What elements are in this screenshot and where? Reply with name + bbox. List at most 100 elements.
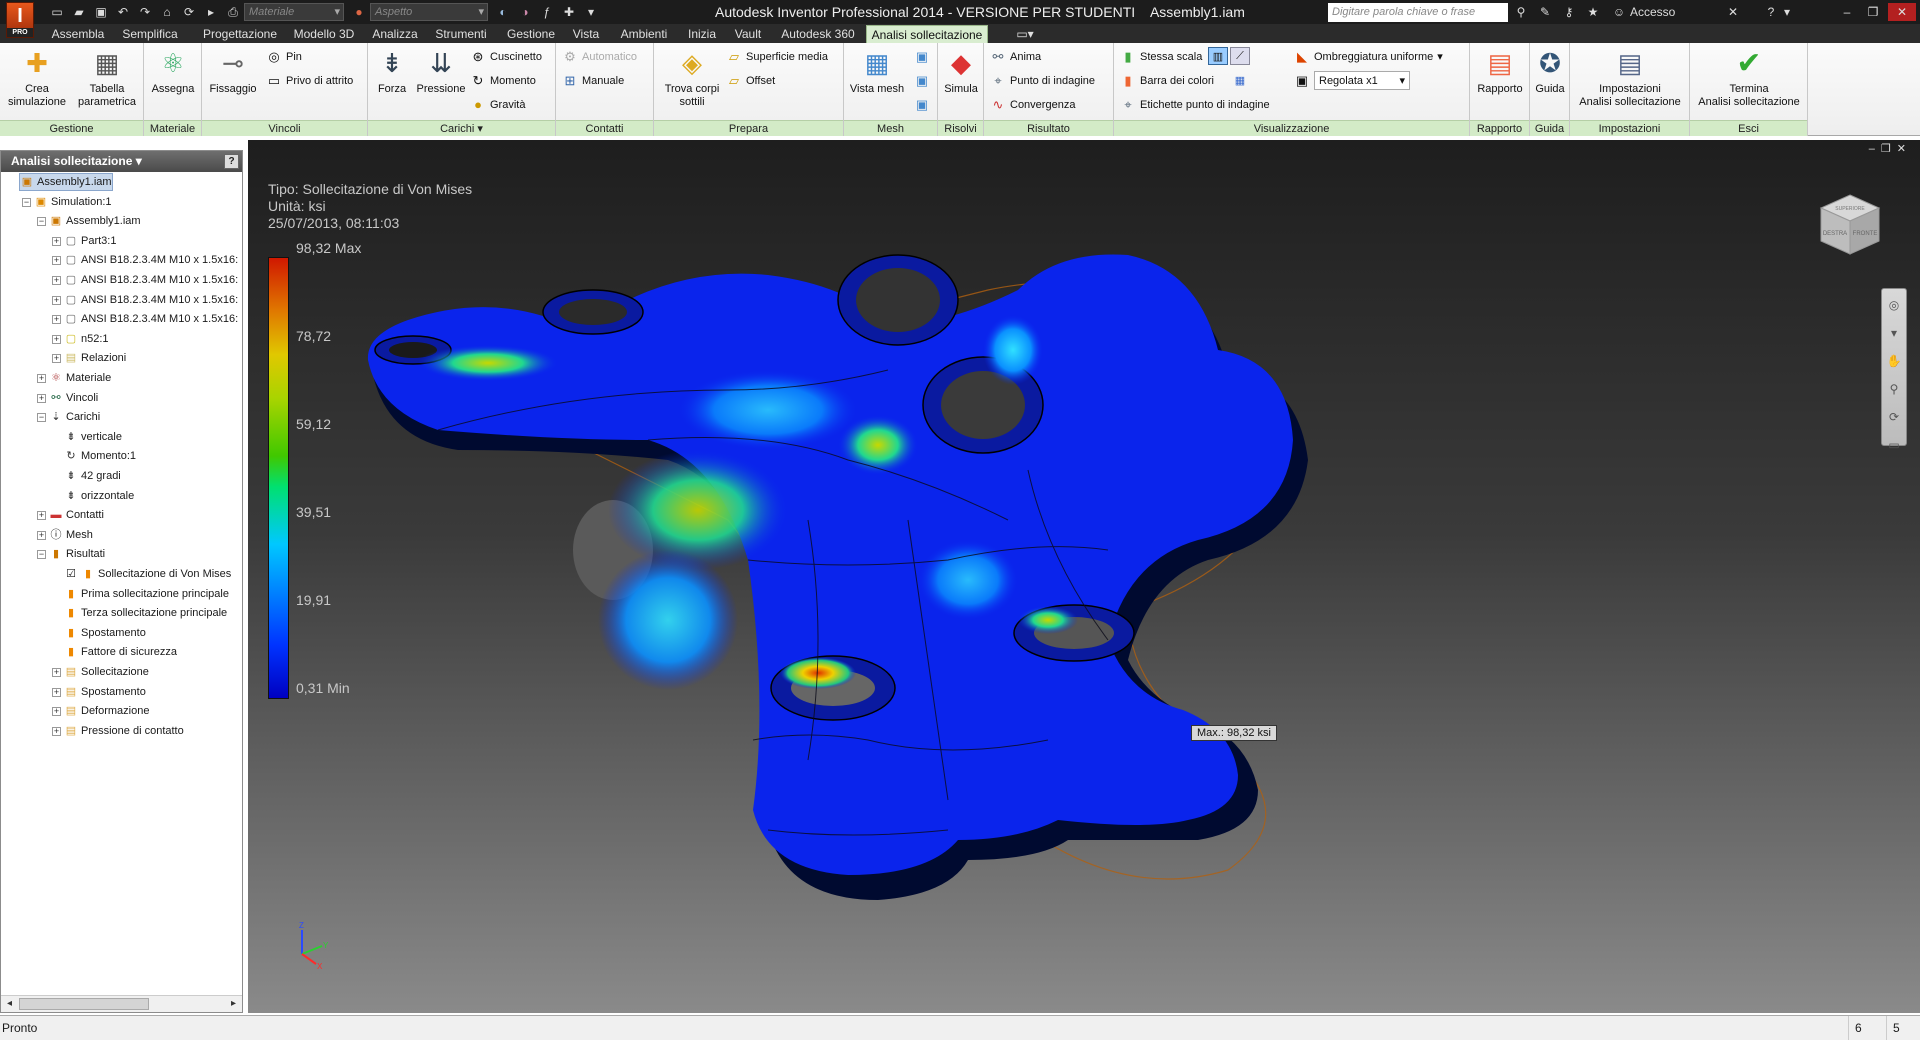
tab-semplifica[interactable]: Semplifica [114, 25, 186, 43]
find-thin-bodies-button[interactable]: ◈ Trova corpi sottili [656, 47, 728, 109]
parametric-table-button[interactable]: ▦ Tabella parametrica [72, 47, 142, 109]
select-icon[interactable]: ▸ [200, 3, 222, 21]
horizontal-scrollbar[interactable]: ◂ ▸ [1, 995, 242, 1012]
tab-vista[interactable]: Vista [566, 25, 606, 43]
tree-node[interactable]: ▮ Risultati [49, 545, 105, 563]
home-icon[interactable]: ⌂ [156, 3, 178, 21]
tab-modello-3d[interactable]: Modello 3D [288, 25, 360, 43]
print-icon[interactable]: ⎙ [222, 3, 244, 21]
tab-strumenti[interactable]: Strumenti [430, 25, 492, 43]
close-button[interactable]: ✕ [1888, 3, 1916, 21]
undo-icon[interactable]: ↶ [112, 3, 134, 21]
local-mesh-button[interactable]: ▣ [914, 71, 934, 90]
automatic-contacts-button[interactable]: ⚙ Automatico [562, 47, 637, 66]
tree-node[interactable]: ⇣ Carichi [49, 408, 100, 426]
result-view-toggle[interactable]: ▥ [1208, 47, 1228, 65]
tree-node[interactable]: ☑ ▮ Sollecitazione di Von Mises [64, 565, 231, 583]
tab-inizia[interactable]: Inizia [682, 25, 722, 43]
function-icon[interactable]: ƒ [536, 3, 558, 21]
midsurface-button[interactable]: ▱ Superficie media [726, 47, 828, 66]
application-menu-button[interactable]: I PRO [6, 2, 34, 38]
steering-wheel-icon[interactable]: ◎ [1882, 293, 1906, 317]
tab-analisi-sollecitazione[interactable]: Analisi sollecitazione [866, 25, 988, 43]
zoom-icon[interactable]: ⚲ [1882, 377, 1906, 401]
bearing-load-button[interactable]: ⊛ Cuscinetto [470, 47, 542, 66]
tree-node[interactable]: ▢ Part3:1 [64, 232, 117, 250]
add-icon[interactable]: ✚ [558, 3, 580, 21]
key-icon[interactable]: ⚷ [1560, 3, 1578, 21]
tree-node[interactable]: ▢ ANSI B18.2.3.4M M10 x 1.5x16: [64, 251, 238, 269]
force-button[interactable]: ⇟ Forza [370, 47, 414, 96]
tree-node[interactable]: ▢ ANSI B18.2.3.4M M10 x 1.5x16: [64, 310, 238, 328]
expand-toggle-icon[interactable]: + [52, 354, 61, 364]
convergence-button[interactable]: ∿ Convergenza [990, 95, 1076, 114]
ribbon-options-icon[interactable]: ▭▾ [1010, 25, 1040, 43]
tree-node[interactable]: ▤ Relazioni [64, 349, 126, 367]
expand-toggle-icon[interactable]: + [52, 707, 61, 717]
tree-node[interactable]: ▢ ANSI B18.2.3.4M M10 x 1.5x16: [64, 271, 238, 289]
tree-node[interactable]: ▬ Contatti [49, 506, 104, 524]
tree-node[interactable]: ▮ Terza sollecitazione principale [64, 604, 227, 622]
expand-toggle-icon[interactable]: − [22, 197, 31, 207]
guide-button[interactable]: ✪ Guida [1530, 47, 1570, 96]
expand-toggle-icon[interactable]: + [37, 530, 46, 540]
expand-toggle-icon[interactable]: + [52, 256, 61, 266]
expand-toggle-icon[interactable]: + [52, 687, 61, 697]
tree-node[interactable]: ▮ Spostamento [64, 624, 146, 642]
probe-button[interactable]: ⌖ Punto di indagine [990, 71, 1095, 90]
binoculars-icon[interactable]: ⚲ [1512, 3, 1530, 21]
tree-node[interactable]: ▮ Prima sollecitazione principale [64, 585, 229, 603]
scroll-left-icon[interactable]: ◂ [1, 996, 18, 1012]
tree-node[interactable]: ▤ Sollecitazione [64, 663, 149, 681]
tree-node[interactable]: ⇟ 42 gradi [64, 467, 120, 485]
shading-dropdown[interactable]: ◣ Ombreggiatura uniforme ▾ [1294, 47, 1443, 66]
favorites-icon[interactable]: ★ [1584, 3, 1602, 21]
expand-toggle-icon[interactable]: + [37, 511, 46, 521]
tab-analizza[interactable]: Analizza [368, 25, 422, 43]
color-bar-button[interactable]: ▮ Barra dei colori [1120, 71, 1214, 90]
simulate-button[interactable]: ◆ Simula [938, 47, 984, 96]
report-button[interactable]: ▤ Rapporto [1472, 47, 1528, 96]
pan-icon[interactable]: ✋ [1882, 349, 1906, 373]
browser-header[interactable]: Analisi sollecitazione ▾ ? [1, 151, 242, 172]
look-at-icon[interactable]: ▭ [1882, 433, 1906, 457]
new-file-icon[interactable]: ▭ [46, 3, 68, 21]
fixed-constraint-button[interactable]: ⊸ Fissaggio [204, 47, 262, 96]
pressure-button[interactable]: ⇊ Pressione [412, 47, 470, 96]
tree-node[interactable]: ▣ Assembly1.iam [19, 173, 113, 191]
tab-gestione[interactable]: Gestione [500, 25, 562, 43]
mesh-settings-button[interactable]: ▣ [914, 47, 934, 66]
tree-node[interactable]: ⇟ verticale [64, 428, 122, 446]
convergence-settings-button[interactable]: ▣ [914, 95, 934, 114]
qat-dropdown-icon[interactable]: ▾ [580, 3, 602, 21]
viewcube[interactable]: SUPERIORE DESTRA FRONTE [1815, 190, 1885, 260]
open-file-icon[interactable]: ▰ [68, 3, 90, 21]
exchange-icon[interactable]: ✕ [1726, 3, 1740, 21]
graphics-viewport[interactable]: –❐✕ Tipo: Sollecitazione di Von Mises Un… [248, 140, 1920, 1013]
wheel-menu-icon[interactable]: ▾ [1882, 321, 1906, 345]
expand-toggle-icon[interactable]: + [52, 668, 61, 677]
search-input[interactable]: Digitare parola chiave o frase [1328, 3, 1508, 22]
moment-button[interactable]: ↻ Momento [470, 71, 536, 90]
create-simulation-button[interactable]: ✚ Crea simulazione [2, 47, 72, 109]
displacement-scale-select[interactable]: Regolata x1 ▾ [1314, 71, 1410, 90]
viewcube-right-label[interactable]: FRONTE [1853, 231, 1878, 237]
expand-toggle-icon[interactable]: + [52, 276, 61, 285]
viewcube-left-label[interactable]: DESTRA [1823, 231, 1847, 237]
color-bar-settings-toggle[interactable]: ▦ [1230, 71, 1250, 89]
tree-node[interactable]: ▣ Simulation:1 [34, 193, 112, 211]
deformed-view-toggle[interactable]: ⟋ [1230, 47, 1250, 65]
viewcube-top-label[interactable]: SUPERIORE [1835, 206, 1865, 212]
finish-stress-analysis-button[interactable]: ✔ Termina Analisi sollecitazione [1692, 47, 1806, 109]
pin-constraint-button[interactable]: ◎ Pin [266, 47, 302, 66]
appearance-select[interactable]: Aspetto [370, 3, 488, 21]
expand-toggle-icon[interactable]: + [52, 295, 61, 305]
stress-model[interactable] [248, 140, 1920, 1013]
frictionless-constraint-button[interactable]: ▭ Privo di attrito [266, 71, 353, 90]
expand-toggle-icon[interactable]: − [37, 413, 46, 423]
tree-node[interactable]: ▤ Deformazione [64, 702, 150, 720]
scroll-right-icon[interactable]: ▸ [225, 996, 242, 1012]
tree-node[interactable]: ⚛ Materiale [49, 369, 111, 387]
tab-ambienti[interactable]: Ambienti [614, 25, 674, 43]
assign-material-button[interactable]: ⚛ Assegna [146, 47, 200, 96]
